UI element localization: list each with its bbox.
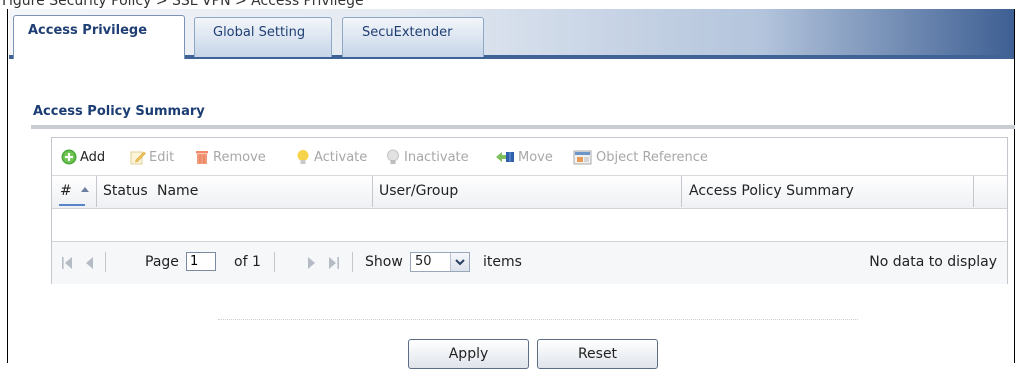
- column-divider[interactable]: [96, 176, 97, 207]
- pager-separator: [352, 252, 353, 272]
- items-per-page-value: 50: [415, 254, 432, 269]
- figure-caption: Figure Security Policy > SSL VPN > Acces…: [0, 0, 1015, 9]
- column-divider[interactable]: [681, 176, 682, 207]
- activate-button-label: Activate: [314, 149, 368, 165]
- items-label: items: [483, 254, 522, 270]
- previous-page-icon[interactable]: [84, 255, 96, 269]
- next-page-icon[interactable]: [305, 255, 317, 269]
- divider: [218, 319, 858, 321]
- edit-icon: [130, 149, 146, 165]
- remove-icon: [194, 149, 210, 165]
- column-divider[interactable]: [372, 176, 373, 207]
- figure-caption-text: Figure Security Policy > SSL VPN > Acces…: [2, 0, 364, 9]
- sort-indicator: [59, 204, 85, 206]
- object-reference-button[interactable]: Object Reference: [573, 148, 708, 166]
- pagination-bar: Page of 1 Show 50 items No data to displ…: [52, 241, 1007, 284]
- page-label: Page: [145, 254, 179, 270]
- column-header-name[interactable]: Name: [157, 176, 198, 207]
- add-icon: [61, 149, 77, 165]
- remove-button-label: Remove: [213, 149, 266, 165]
- column-header-number[interactable]: #: [60, 176, 90, 207]
- pager-separator: [105, 252, 106, 272]
- last-page-icon[interactable]: [328, 255, 340, 269]
- page-number-input[interactable]: [186, 252, 216, 271]
- tab-global-setting[interactable]: Global Setting: [194, 17, 332, 57]
- lightbulb-off-icon: [385, 149, 401, 165]
- pager-separator: [274, 252, 275, 272]
- activate-button[interactable]: Activate: [295, 148, 367, 166]
- items-per-page-select[interactable]: 50: [410, 252, 470, 272]
- inactivate-button-label: Inactivate: [404, 149, 469, 165]
- show-label: Show: [365, 254, 403, 270]
- section-title: Access Policy Summary: [33, 104, 205, 119]
- object-reference-icon: [573, 149, 593, 165]
- column-header-status[interactable]: Status: [103, 176, 148, 207]
- reset-button[interactable]: Reset: [537, 339, 658, 369]
- page-count-label: of 1: [234, 254, 261, 270]
- tab-secuextender-label: SecuExtender: [362, 25, 453, 40]
- add-button[interactable]: Add: [61, 148, 105, 166]
- tab-global-setting-label: Global Setting: [213, 25, 306, 40]
- tab-secuextender[interactable]: SecuExtender: [342, 17, 484, 57]
- first-page-icon[interactable]: [61, 255, 73, 269]
- move-icon: [495, 149, 515, 165]
- edit-button-label: Edit: [149, 149, 175, 165]
- window-frame: Access Privilege Global Setting SecuExte…: [7, 9, 1015, 369]
- column-header-user-group[interactable]: User/Group: [379, 176, 458, 207]
- sort-ascending-icon: [81, 186, 90, 192]
- add-button-label: Add: [80, 149, 106, 165]
- toolbar: Add Edit Remove Activate Inactivate Move…: [52, 138, 1007, 175]
- tab-access-privilege-label: Access Privilege: [28, 23, 148, 38]
- tab-access-privilege[interactable]: Access Privilege: [13, 15, 185, 59]
- edit-button[interactable]: Edit: [130, 148, 174, 166]
- table-body: [52, 208, 1007, 241]
- lightbulb-on-icon: [295, 149, 311, 165]
- table-header: # Status Name User/Group Access Policy S…: [52, 175, 1007, 209]
- section-divider: [31, 125, 1015, 129]
- inactivate-button[interactable]: Inactivate: [385, 148, 469, 166]
- column-divider[interactable]: [973, 176, 974, 207]
- move-button-label: Move: [518, 149, 553, 165]
- chevron-down-icon[interactable]: [450, 253, 469, 271]
- column-header-access-policy-summary[interactable]: Access Policy Summary: [689, 176, 854, 207]
- object-reference-button-label: Object Reference: [596, 149, 708, 165]
- apply-button[interactable]: Apply: [408, 339, 529, 369]
- move-button[interactable]: Move: [495, 148, 553, 166]
- policy-table-panel: Add Edit Remove Activate Inactivate Move…: [51, 137, 1008, 284]
- column-header-number-label: #: [60, 183, 72, 199]
- remove-button[interactable]: Remove: [194, 148, 266, 166]
- pager-status: No data to display: [869, 254, 997, 270]
